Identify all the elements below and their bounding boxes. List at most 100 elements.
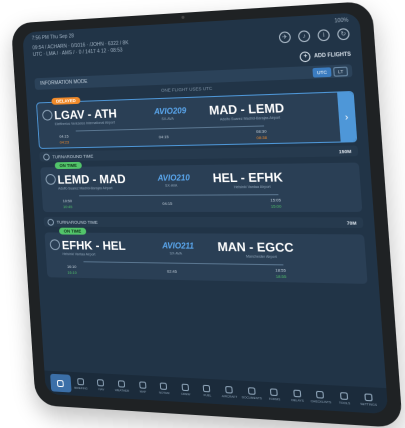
flight-card[interactable]: ON TIME LEMD - MAD Adolfo Suarez Madrid-… [40,161,363,213]
info-icon[interactable]: i [317,29,331,42]
departure-actual-time: 10:45 [62,204,73,210]
tablet-frame: 7:56 PM Thu Sep 28 100% 09:54 / ACHARN ·… [10,0,403,428]
tab-documents[interactable]: DOCUMENTS [240,387,263,401]
tab-nav[interactable]: NAV [90,379,111,392]
tab-briefing[interactable]: BRIEFING [70,378,91,391]
arrival-route: HEL - EFHK [212,170,284,186]
arrival-airport: Manchester Airport [245,254,278,260]
departure-route: LEMD - MAD [57,172,127,187]
arrival-scheduled-time: 08:30 [255,128,267,134]
documents-icon [247,387,256,395]
flight-card[interactable]: ON TIME EFHK - HEL Helsinki Vantaa Airpo… [44,227,368,284]
route-line [75,125,265,132]
arrival-actual-time: 18:55 [275,273,287,280]
departure-scheduled-time: 04:15 [59,133,69,139]
battery-indicator: 100% [334,17,349,25]
time-mode-toggle: UTC LT [312,66,349,78]
delays-icon [293,389,302,398]
arrival-airport: Adolfo Suarez Madrid-Barajas Airport [219,115,281,122]
route-line [83,261,284,266]
departure-airport: Helsinki Vantaa Airport [62,252,96,257]
tab-fuel[interactable]: FUEL [196,384,219,398]
block-time: 04:15 [158,134,169,140]
departure-airport: Eleftherios Venizelos International Airp… [54,120,115,127]
chevron-right-icon[interactable]: › [337,92,357,142]
clock-icon [43,153,50,161]
arrival-route: MAN - EGCC [217,239,295,256]
aircraft-registration: SX-AVA [164,183,178,188]
settings-icon [363,393,373,402]
add-flights-button[interactable]: + ADD FLIGHTS [299,49,352,63]
departure-route: EFHK - HEL [61,238,127,253]
map-icon [138,381,147,389]
tab-settings[interactable]: SETTINGS [356,393,381,407]
lt-toggle[interactable]: LT [333,66,349,77]
utc-toggle[interactable]: UTC [312,67,332,78]
information-mode-label: INFORMATION MODE [40,78,88,87]
aircraft-registration: SX-AVA [161,116,174,122]
bell-icon[interactable]: ♪ [297,30,311,43]
arrival-scheduled-time: 15:05 [270,197,282,203]
tab-weather[interactable]: WEATHER [111,380,133,393]
plus-icon: + [299,51,312,63]
flight-card[interactable]: DELAYED LGAV - ATH Eleftherios Venizelos… [35,90,358,149]
crew-icon [181,383,189,392]
arrival-airport: Helsinki Vantaa Airport [233,184,271,190]
tab-map[interactable]: MAP [132,381,154,394]
camera-dot [181,15,185,19]
tools-icon [339,392,349,401]
status-badge: ON TIME [58,227,87,235]
route-line [79,194,279,197]
arrival-actual-time: 15:00 [270,203,282,209]
block-time: 04:15 [162,200,173,206]
departure-airport: Adolfo Suarez Madrid-Barajas Airport [58,186,113,191]
weather-icon [117,380,126,388]
fuel-icon [203,384,211,393]
aircraft-icon [225,385,233,394]
departure-actual-time: 04:23 [59,139,70,145]
flight-number: AVIO209 [153,106,187,117]
tab-flights[interactable] [50,373,72,393]
clock-icon [47,218,55,226]
tab-delays[interactable]: DELAYS [285,389,309,403]
header-actions: ✈ ♪ i ↻ [278,28,350,44]
briefing-icon [77,378,85,386]
refresh-icon[interactable]: ↻ [336,28,350,41]
aircraft-registration: SX-AVA [169,251,183,256]
status-time: 7:56 PM Thu Sep 28 [31,33,75,42]
turnaround-label: TURNAROUND TIME [52,153,94,159]
device-mockup: 7:56 PM Thu Sep 28 100% 09:54 / ACHARN ·… [0,0,405,428]
nav-icon [97,379,105,387]
tab-tools[interactable]: TOOLS [332,392,357,406]
flight-number: AVIO211 [161,241,195,251]
departure-actual-time: 16:10 [67,269,77,275]
forms-icon [270,388,279,397]
arrival-actual-time: 08:38 [256,134,268,141]
notam-icon [159,382,168,390]
flight-number: AVIO210 [157,173,191,183]
arrival-scheduled-time: 18:55 [275,267,287,273]
block-time: 02:45 [166,268,178,274]
checklists-icon [316,390,325,399]
tab-aircraft[interactable]: AIRCRAFT [218,385,241,400]
edit-icon[interactable] [49,239,61,251]
turnaround-value: 150M [338,148,352,154]
bottom-tab-bar: BRIEFING NAV WEATHER MAP NOTAM CREW FUEL… [44,370,389,415]
tab-notam[interactable]: NOTAM [153,382,175,395]
turnaround-label: TURNAROUND TIME [56,219,98,225]
tab-crew[interactable]: CREW [174,383,196,396]
header-info: 09:54 / ACHARN · 0/1016 · /JOHN · 6322 /… [32,40,129,59]
turnaround-bar: TURNAROUND TIME 70M [43,216,364,228]
tab-forms[interactable]: FORMS [262,388,286,402]
airplane-icon [57,379,65,387]
edit-icon[interactable] [41,109,53,121]
plane-icon[interactable]: ✈ [278,31,292,44]
app-screen: 7:56 PM Thu Sep 28 100% 09:54 / ACHARN ·… [22,12,389,415]
edit-icon[interactable] [45,173,57,185]
departure-scheduled-time: 16:10 [66,263,77,270]
status-badge: DELAYED [51,96,81,105]
departure-scheduled-time: 10:50 [62,198,73,204]
turnaround-value: 70M [346,219,357,226]
tab-checklists[interactable]: CHECKLISTS [308,390,332,404]
status-badge: ON TIME [54,161,82,170]
